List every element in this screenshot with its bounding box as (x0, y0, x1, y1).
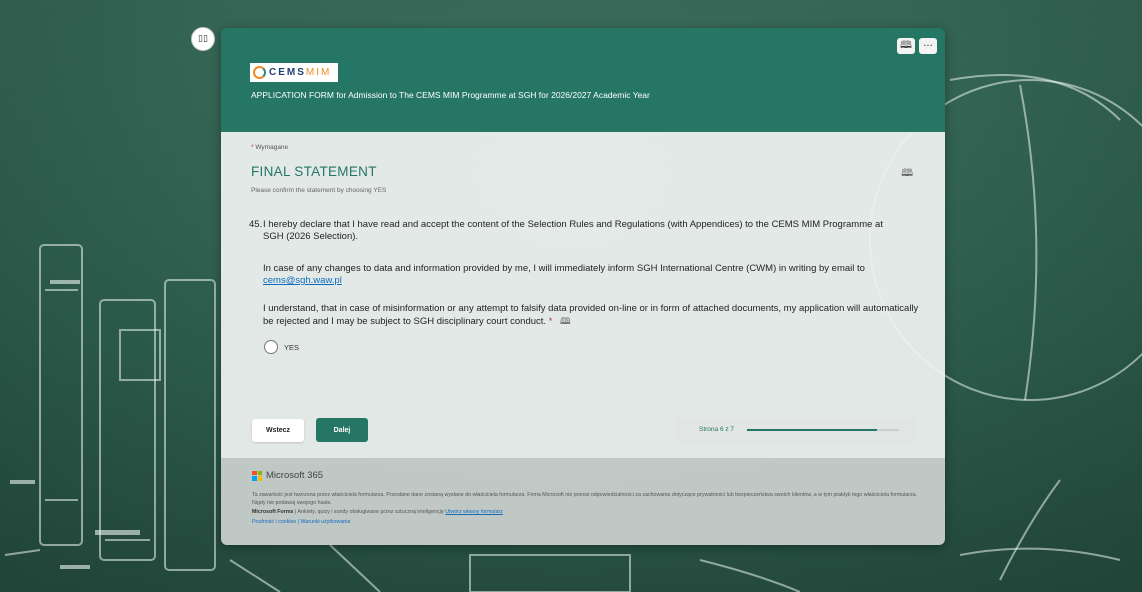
question-required-mark: * (548, 316, 553, 327)
microsoft-logo-icon (252, 470, 262, 481)
question-paragraph-1: I hereby declare that I have read and ac… (263, 219, 883, 242)
form-footer: Microsoft 365 Ta zawartość jest tworzona… (221, 458, 945, 545)
microsoft-365-label: Microsoft 365 (266, 470, 324, 481)
progress-track (747, 429, 899, 431)
immersive-mode-button[interactable]: ▯▯ (191, 27, 215, 51)
form-body: * Wymagane FINAL STATEMENT 🕮 Please conf… (221, 132, 945, 458)
radio-button-yes[interactable] (264, 340, 278, 354)
form-card: 🕮 ··· CEMSMIM APPLICATION FORM for Admis… (221, 28, 945, 545)
required-note: * Wymagane (251, 144, 288, 151)
required-note-text: Wymagane (255, 144, 289, 151)
section-immersive-reader-icon[interactable]: 🕮 (901, 166, 913, 183)
logo-text-mim: MIM (305, 67, 332, 78)
progress-label: Strona 6 z 7 (699, 426, 735, 433)
cems-logo-icon (253, 66, 266, 79)
section-description: Please confirm the statement by choosing… (251, 187, 387, 194)
logo-text-cems: CEMS (269, 67, 306, 78)
more-options-icon[interactable]: ··· (919, 38, 937, 54)
immersive-reader-icon[interactable]: 🕮 (897, 38, 915, 54)
microsoft-365-logo: Microsoft 365 (252, 470, 323, 481)
question-immersive-reader-icon[interactable]: 🕮 (560, 316, 571, 326)
forms-brand: Microsoft Forms (252, 509, 294, 515)
forms-line-text: | Ankiety, quizy i sondy obsługiwane prz… (293, 509, 446, 515)
privacy-terms-links[interactable]: Poufność i cookies | Warunki użytkowania (252, 519, 350, 525)
required-asterisk: * (251, 144, 254, 151)
create-form-link[interactable]: Utwórz własny formularz (445, 509, 503, 515)
option-yes[interactable]: YES (264, 340, 299, 354)
chalk-box (469, 554, 631, 592)
question-paragraph-3-text: I understand, that in case of misinforma… (263, 303, 919, 327)
back-button[interactable]: Wstecz (252, 419, 304, 442)
progress-fill (747, 429, 878, 431)
form-header: 🕮 ··· CEMSMIM APPLICATION FORM for Admis… (221, 28, 945, 132)
chalk-book-2 (99, 299, 156, 561)
forms-line: Microsoft Forms | Ankiety, quizy i sondy… (252, 509, 503, 515)
question-paragraph-2: In case of any changes to data and infor… (263, 263, 923, 287)
form-title: APPLICATION FORM for Admission to The CE… (251, 90, 650, 100)
footer-disclaimer: Ta zawartość jest tworzona przez właścic… (252, 492, 918, 506)
page-progress: Strona 6 z 7 (677, 418, 915, 442)
next-button[interactable]: Dalej (316, 418, 368, 442)
option-yes-label: YES (284, 342, 300, 352)
chalk-book-3 (164, 279, 216, 571)
question-number: 45. (249, 219, 263, 230)
email-link[interactable]: cems@sgh.waw.pl (263, 275, 342, 286)
section-title: FINAL STATEMENT (251, 164, 377, 179)
cems-logo: CEMSMIM (250, 63, 338, 82)
question-paragraph-3: I understand, that in case of misinforma… (263, 303, 923, 328)
question-paragraph-2-text: In case of any changes to data and infor… (263, 263, 865, 274)
cems-logo-text: CEMSMIM (269, 67, 331, 78)
chalk-globe-arc (949, 74, 1121, 121)
immersive-mode-icon: ▯▯ (198, 34, 208, 44)
header-toolbar: 🕮 ··· (897, 38, 937, 54)
